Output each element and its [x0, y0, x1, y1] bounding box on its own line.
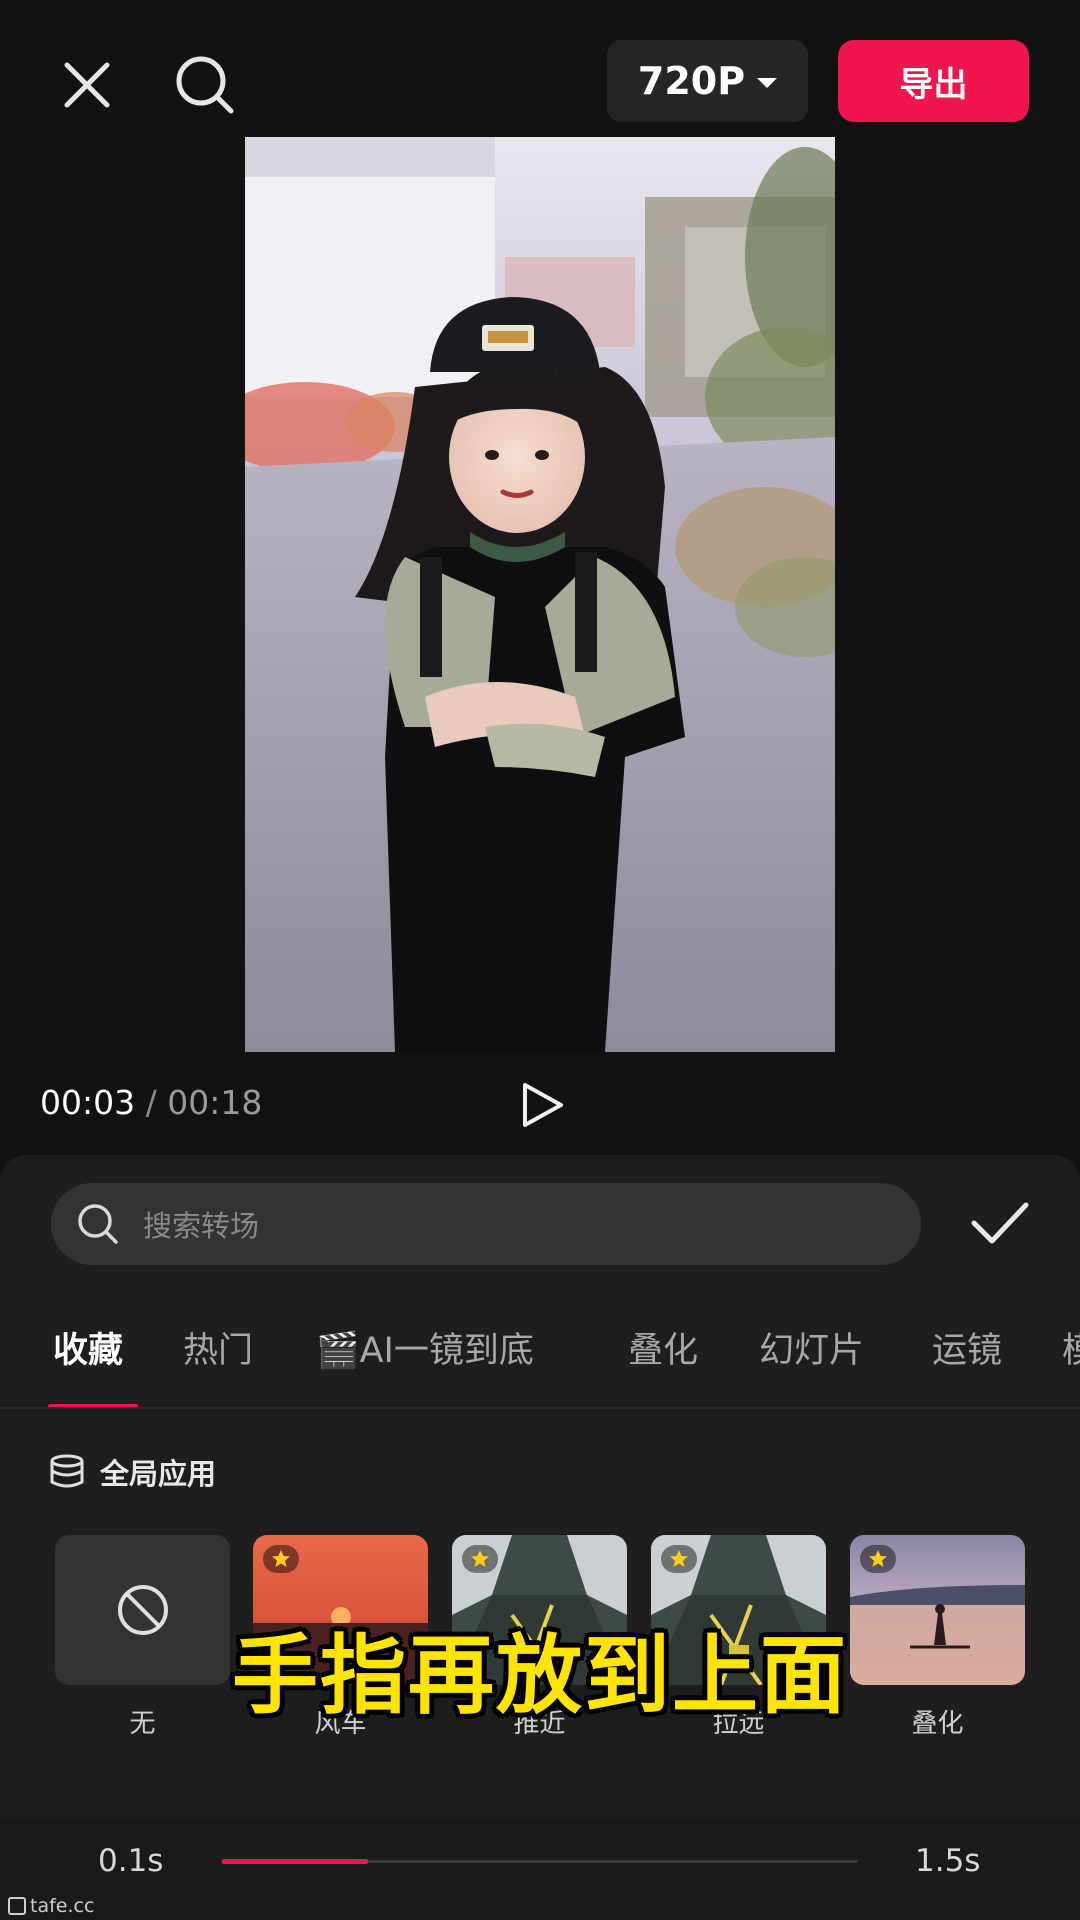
- favorite-badge: [263, 1545, 299, 1573]
- tab-camera-move[interactable]: 运镜: [932, 1322, 1002, 1373]
- total-time: 00:18: [167, 1083, 263, 1122]
- duration-min-label: 0.1s: [98, 1843, 164, 1879]
- play-icon: [523, 1083, 563, 1127]
- checkmark-icon: [971, 1202, 1029, 1244]
- video-frame-image: [245, 137, 835, 1052]
- close-button[interactable]: [52, 50, 122, 120]
- tab-slideshow[interactable]: 幻灯片: [759, 1322, 864, 1373]
- watermark: tafe.cc: [8, 1895, 94, 1917]
- search-icon: [176, 56, 234, 114]
- watermark-logo-icon: [8, 1897, 26, 1915]
- tabs-divider: [0, 1407, 1080, 1409]
- video-preview[interactable]: [245, 137, 835, 1052]
- star-icon: [670, 1550, 688, 1567]
- play-button[interactable]: [515, 1078, 569, 1132]
- search-button[interactable]: [170, 50, 240, 120]
- global-apply-label: 全局应用: [100, 1457, 217, 1491]
- search-placeholder: 搜索转场: [143, 1209, 260, 1243]
- video-subtitle: 手指再放到上面: [232, 1626, 848, 1726]
- global-apply-toggle[interactable]: 全局应用: [48, 1451, 216, 1493]
- close-icon: [64, 62, 110, 108]
- favorite-badge: [661, 1545, 697, 1573]
- playback-time: 00:03 / 00:18: [40, 1083, 262, 1122]
- favorite-badge: [860, 1545, 896, 1573]
- time-separator: /: [145, 1083, 157, 1122]
- duration-slider-fill: [222, 1859, 369, 1864]
- confirm-button[interactable]: [968, 1195, 1032, 1251]
- stack-icon: [50, 1454, 84, 1488]
- resolution-dropdown[interactable]: 720P: [607, 40, 808, 122]
- transition-search-input[interactable]: 搜索转场: [51, 1183, 921, 1265]
- export-button[interactable]: 导出: [838, 40, 1029, 122]
- search-icon: [78, 1204, 118, 1244]
- current-time: 00:03: [40, 1083, 136, 1122]
- favorite-badge: [462, 1545, 498, 1573]
- tab-ai-one-shot[interactable]: 🎬AI一镜到底: [316, 1322, 534, 1373]
- tab-more[interactable]: 模: [1062, 1322, 1080, 1373]
- watermark-text: tafe.cc: [30, 1895, 95, 1917]
- star-icon: [869, 1550, 887, 1567]
- star-icon: [272, 1550, 290, 1567]
- category-tabs: 收藏 热门 🎬AI一镜到底 叠化 幻灯片 运镜 模: [0, 1300, 1080, 1410]
- caret-down-icon: [757, 78, 778, 88]
- duration-max-label: 1.5s: [915, 1843, 981, 1879]
- tab-hot[interactable]: 热门: [183, 1322, 253, 1373]
- star-icon: [471, 1550, 489, 1567]
- top-bar: 720P 导出: [0, 0, 1080, 140]
- tab-favorites[interactable]: 收藏: [53, 1322, 123, 1373]
- resolution-label: 720P: [637, 59, 746, 103]
- tab-dissolve[interactable]: 叠化: [628, 1322, 698, 1373]
